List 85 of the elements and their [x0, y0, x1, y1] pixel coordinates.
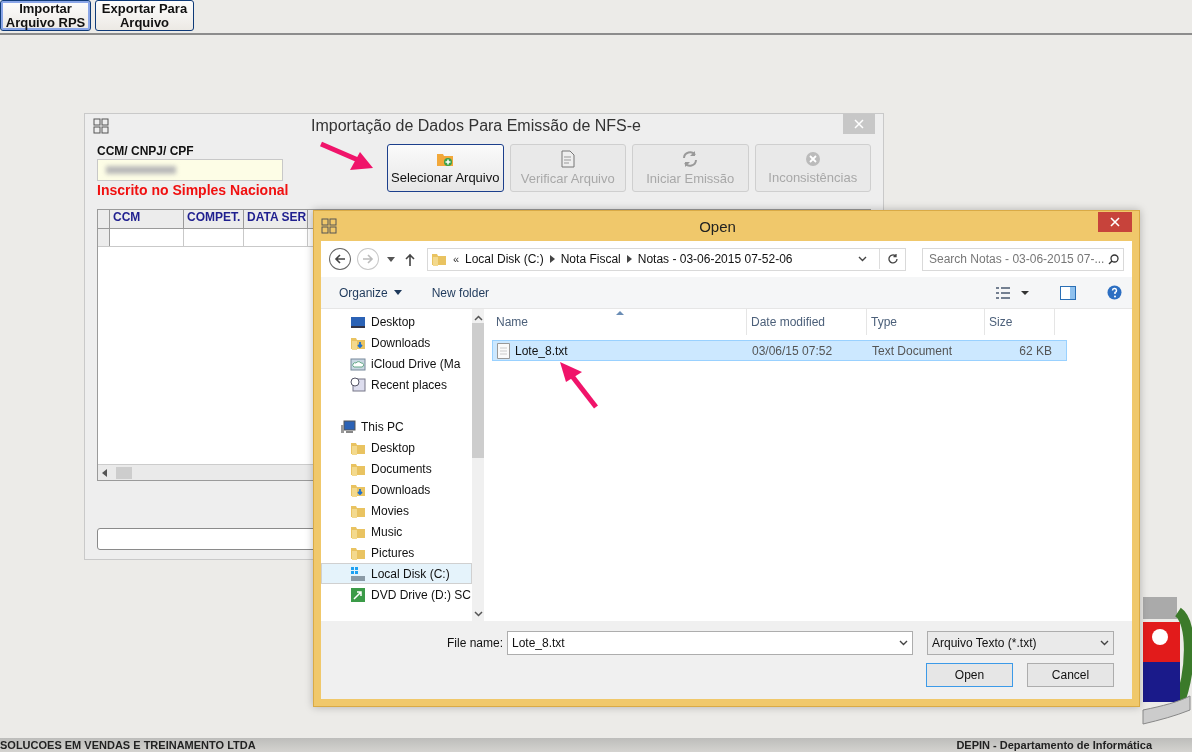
scroll-down-icon: [473, 611, 483, 617]
caret-icon: [386, 256, 395, 262]
nav-item[interactable]: This PC: [321, 416, 472, 437]
caret-icon: [393, 290, 402, 295]
action-button[interactable]: Selecionar Arquivo: [387, 144, 504, 192]
close-icon: [854, 119, 864, 129]
preview-pane-icon: [1060, 285, 1076, 300]
column-header[interactable]: COMPET.: [184, 210, 244, 228]
help-icon: [1106, 285, 1122, 300]
dialog-button[interactable]: Open: [926, 663, 1013, 687]
caret-icon: [1100, 640, 1109, 646]
file-size: 62 KB: [1018, 343, 1053, 358]
app-icon: [93, 118, 109, 134]
separator-arrow-icon: [626, 255, 632, 263]
row-header[interactable]: [98, 229, 110, 246]
search-icon: [1108, 253, 1119, 265]
nav-item[interactable]: Downloads: [321, 332, 472, 353]
caret-icon: [857, 256, 867, 262]
text-file-icon: [497, 342, 510, 359]
recent-places-icon: [350, 376, 366, 393]
department-name: DEPIN - Departamento de Informática: [956, 739, 1152, 751]
close-button[interactable]: [1098, 211, 1132, 232]
list-view-icon: [996, 286, 1030, 299]
address-bar[interactable]: « Local Disk (C:) Nota Fiscal Notas - 03-06-2015 07-52-06: [426, 247, 906, 271]
forward-arrow-icon: [361, 254, 374, 264]
folder-add-icon: [436, 151, 455, 167]
drive-icon: [350, 565, 366, 582]
cloud-folder-icon: [350, 355, 366, 372]
toolbar-button[interactable]: Exportar Para Arquivo: [95, 0, 194, 31]
dialog-button[interactable]: Cancel: [1027, 663, 1114, 687]
app-icon: [321, 218, 337, 234]
file-row[interactable]: Lote_8.txt 03/06/15 07:52 Text Document 62 KB: [492, 340, 1067, 361]
back-arrow-icon: [334, 254, 346, 264]
command-button[interactable]: Organize: [339, 285, 402, 300]
field-label: File name:: [446, 636, 503, 650]
file-date: 03/06/15 07:52: [751, 343, 834, 358]
document-icon: [559, 150, 576, 168]
ccm-field[interactable]: [97, 159, 283, 181]
toolbar-button[interactable]: Importar Arquivo RPS: [0, 0, 91, 31]
file-type-dropdown[interactable]: Arquivo Texto (*.txt): [927, 631, 1114, 655]
nav-item[interactable]: Downloads: [321, 479, 472, 500]
column-header[interactable]: Date modified: [747, 309, 867, 335]
nav-item[interactable]: Pictures: [321, 542, 472, 563]
nav-item[interactable]: iCloud Drive (Ma: [321, 353, 472, 374]
caret-icon: [899, 640, 908, 646]
column-header[interactable]: CCM: [110, 210, 184, 228]
breadcrumb[interactable]: Notas - 03-06-2015 07-52-06: [637, 252, 793, 266]
command-button[interactable]: New folder: [431, 285, 490, 300]
refresh-icon: [886, 253, 899, 265]
nav-item[interactable]: Music: [321, 521, 472, 542]
file-name-field[interactable]: Lote_8.txt: [507, 631, 913, 655]
nav-item[interactable]: Desktop: [321, 437, 472, 458]
tax-status-text: Inscrito no Simples Nacional: [97, 182, 290, 198]
sort-arrow-icon: [616, 311, 624, 315]
separator-arrow-icon: [549, 255, 555, 263]
field-label: CCM/ CNPJ/ CPF: [97, 144, 195, 158]
folder-icon: [430, 251, 447, 267]
nav-item[interactable]: DVD Drive (D:) SC: [321, 584, 472, 605]
file-name: Lote_8.txt: [493, 342, 748, 359]
column-header[interactable]: DATA SER: [244, 210, 308, 228]
error-icon: [804, 151, 821, 167]
nav-item[interactable]: Movies: [321, 500, 472, 521]
breadcrumb[interactable]: Local Disk (C:): [465, 252, 544, 266]
nav-item[interactable]: Recent places: [321, 374, 472, 395]
up-arrow-icon: [404, 252, 415, 266]
nav-item[interactable]: Desktop: [321, 311, 472, 332]
nav-item[interactable]: Local Disk (C:): [321, 563, 472, 584]
disc-drive-icon: [350, 586, 366, 603]
nav-item[interactable]: Documents: [321, 458, 472, 479]
scrollbar[interactable]: [472, 309, 484, 621]
refresh-icon: [681, 150, 700, 168]
scroll-up-icon: [473, 315, 483, 321]
search-field[interactable]: Search Notas - 03-06-2015 07-...: [922, 247, 1124, 271]
file-type: Text Document: [871, 343, 954, 358]
breadcrumb[interactable]: Nota Fiscal: [560, 252, 621, 266]
column-header[interactable]: Size: [985, 309, 1055, 335]
close-icon: [1110, 216, 1120, 227]
window-title: Importação de Dados Para Emissão de NFS-e: [310, 117, 642, 135]
scroll-thumb[interactable]: [116, 466, 132, 479]
back-button[interactable]: [329, 248, 351, 270]
overflow-chevron[interactable]: «: [452, 253, 459, 265]
company-name: SOLUCOES EM VENDAS E TREINAMENTO LTDA: [0, 739, 256, 751]
column-header[interactable]: Type: [867, 309, 985, 335]
dialog-title: Open: [698, 217, 737, 235]
computer-icon: [340, 418, 356, 435]
